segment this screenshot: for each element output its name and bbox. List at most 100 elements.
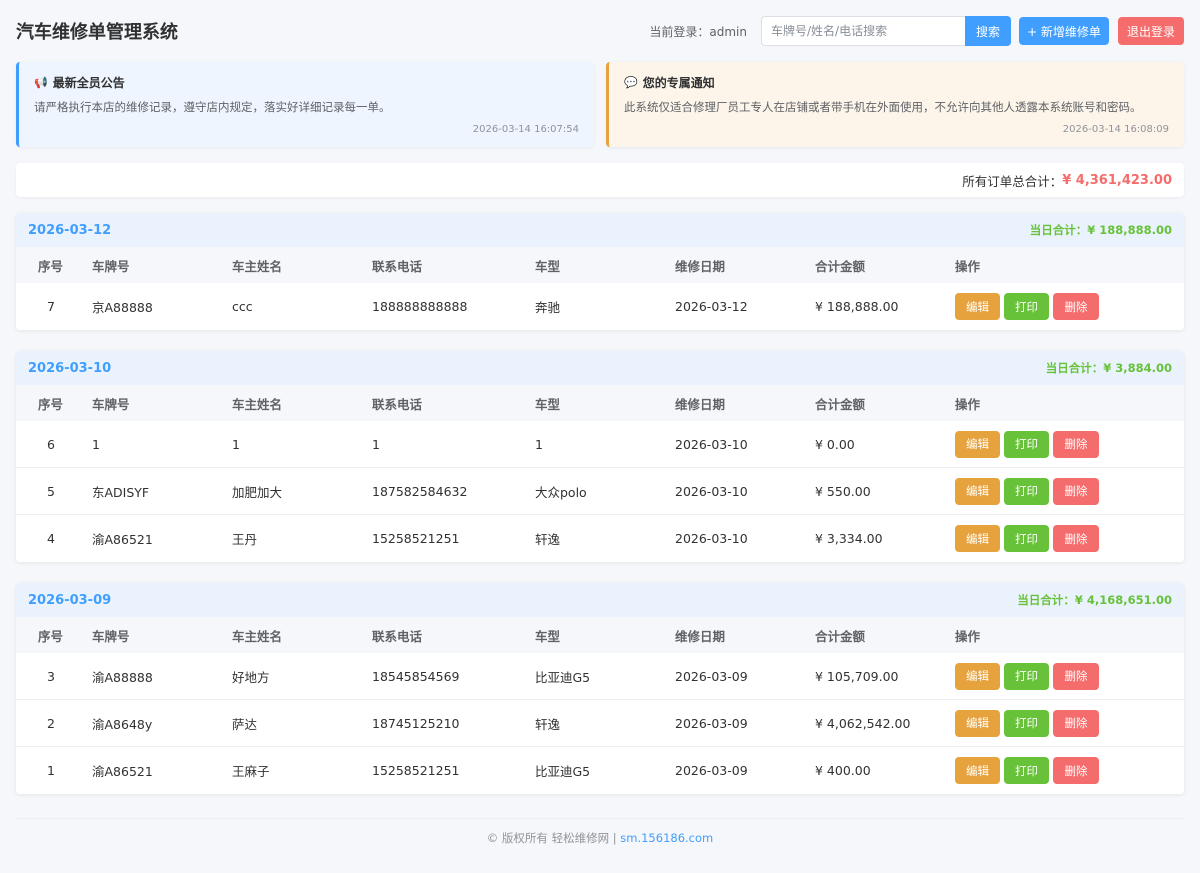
cell-amount: ¥ 0.00 xyxy=(815,436,855,452)
column-header: 车主姓名 xyxy=(232,258,283,274)
print-button[interactable]: 打印 xyxy=(1004,525,1049,552)
edit-button[interactable]: 编辑 xyxy=(955,293,1000,320)
row-actions: 编辑 打印 删除 xyxy=(955,293,1103,320)
column-header: 车牌号 xyxy=(92,628,130,644)
cell-plate: 东ADISYF xyxy=(92,484,150,500)
cell-plate: 渝A86521 xyxy=(92,532,153,547)
cell-date: 2026-03-09 xyxy=(675,763,748,778)
day-group-total: 当日合计：¥ 188,888.00 xyxy=(1029,223,1172,237)
print-button[interactable]: 打印 xyxy=(1004,293,1049,320)
cell-plate: 京A88888 xyxy=(92,300,153,315)
cell-no: 4 xyxy=(47,531,55,546)
cell-no: 5 xyxy=(47,483,55,499)
column-header: 车牌号 xyxy=(92,396,130,412)
cell-amount: ¥ 4,062,542.00 xyxy=(815,715,911,731)
cell-date: 2026-03-10 xyxy=(675,436,748,452)
delete-button[interactable]: 删除 xyxy=(1053,430,1099,458)
delete-button[interactable]: 删除 xyxy=(1053,525,1099,552)
table-row: 7 京A88888 ccc 188888888888 奔驰 2026-03-12… xyxy=(16,283,1184,330)
delete-button[interactable]: 删除 xyxy=(1053,757,1099,784)
current-user-label: 当前登录：admin xyxy=(649,24,747,39)
print-button[interactable]: 打印 xyxy=(1004,430,1049,458)
search-button[interactable]: 搜索 xyxy=(965,16,1011,46)
edit-button[interactable]: 编辑 xyxy=(955,430,1000,458)
cell-plate: 渝A8648y xyxy=(92,716,153,732)
table-header-row: 序号 车牌号 车主姓名 联系电话 车型 维修日期 合计金额 操作 xyxy=(16,617,1184,653)
print-button[interactable]: 打印 xyxy=(1004,662,1049,690)
cell-model: 奔驰 xyxy=(535,300,561,315)
print-button[interactable]: 打印 xyxy=(1004,757,1049,784)
cell-no: 2 xyxy=(47,715,55,731)
search-input[interactable] xyxy=(761,16,965,46)
day-group-total: 当日合计：¥ 4,168,651.00 xyxy=(1017,593,1172,607)
column-header: 合计金额 xyxy=(815,396,866,412)
cell-no: 3 xyxy=(47,668,55,684)
cell-plate: 渝A86521 xyxy=(92,764,153,779)
cell-model: 大众polo xyxy=(535,484,587,500)
add-order-button[interactable]: + 新增维修单 xyxy=(1019,17,1109,45)
edit-button[interactable]: 编辑 xyxy=(955,477,1000,505)
delete-button[interactable]: 删除 xyxy=(1053,293,1099,320)
cell-amount: ¥ 3,334.00 xyxy=(815,531,883,546)
column-header: 车型 xyxy=(535,258,561,274)
cell-phone: 18745125210 xyxy=(372,715,460,731)
column-header: 联系电话 xyxy=(372,396,423,412)
row-actions: 编辑 打印 删除 xyxy=(955,477,1103,505)
delete-button[interactable]: 删除 xyxy=(1053,477,1099,505)
cell-phone: 188888888888 xyxy=(372,299,468,314)
table-row: 1 渝A86521 王麻子 15258521251 比亚迪G5 2026-03-… xyxy=(16,747,1184,794)
edit-button[interactable]: 编辑 xyxy=(955,525,1000,552)
cell-no: 7 xyxy=(47,299,55,314)
print-button[interactable]: 打印 xyxy=(1004,709,1049,737)
personal-notice-body: 此系统仅适合修理厂员工专人在店铺或者带手机在外面使用，不允许向其他人透露本系统账… xyxy=(624,100,1142,114)
announcement-header: 📢 最新全员公告 xyxy=(34,74,579,91)
cell-no: 1 xyxy=(47,763,55,778)
copyright-text: © 版权所有 轻松维修网 | xyxy=(486,831,617,845)
column-header: 车主姓名 xyxy=(232,628,283,644)
cell-no: 6 xyxy=(47,436,55,452)
cell-model: 1 xyxy=(535,436,543,452)
delete-button[interactable]: 删除 xyxy=(1053,662,1099,690)
column-header: 操作 xyxy=(955,396,981,412)
grand-total-label: 所有订单总合计： xyxy=(962,173,1063,189)
edit-button[interactable]: 编辑 xyxy=(955,709,1000,737)
table-row: 5 东ADISYF 加肥加大 187582584632 大众polo 2026-… xyxy=(16,468,1184,515)
header-actions: 当前登录：admin 搜索 + 新增维修单 退出登录 xyxy=(649,16,1184,46)
logout-button[interactable]: 退出登录 xyxy=(1118,17,1184,45)
grand-total-bar: 所有订单总合计： ¥ 4,361,423.00 xyxy=(16,163,1184,197)
table-header-row: 序号 车牌号 车主姓名 联系电话 车型 维修日期 合计金额 操作 xyxy=(16,247,1184,283)
print-button[interactable]: 打印 xyxy=(1004,477,1049,505)
column-header: 操作 xyxy=(955,258,981,274)
delete-button[interactable]: 删除 xyxy=(1053,709,1099,737)
announcement-card: 📢 最新全员公告 请严格执行本店的维修记录，遵守店内规定，落实好详细记录每一单。… xyxy=(16,62,594,147)
announcement-title: 最新全员公告 xyxy=(52,76,125,90)
footer-divider xyxy=(16,818,1184,819)
cell-amount: ¥ 400.00 xyxy=(815,763,871,778)
speech-bubble-icon: 💬 xyxy=(624,76,638,89)
megaphone-icon: 📢 xyxy=(34,76,48,89)
day-group-header: 2026-03-09 当日合计：¥ 4,168,651.00 xyxy=(16,583,1184,617)
announcement-body: 请严格执行本店的维修记录，遵守店内规定，落实好详细记录每一单。 xyxy=(34,100,391,114)
day-group: 2026-03-09 当日合计：¥ 4,168,651.00 序号 车牌号 车主… xyxy=(16,583,1184,794)
cell-phone: 15258521251 xyxy=(372,763,460,778)
cell-date: 2026-03-10 xyxy=(675,483,748,499)
cell-model: 轩逸 xyxy=(535,532,561,547)
column-header: 序号 xyxy=(38,396,64,412)
edit-button[interactable]: 编辑 xyxy=(955,662,1000,690)
column-header: 车主姓名 xyxy=(232,396,283,412)
column-header: 序号 xyxy=(38,258,64,274)
column-header: 车型 xyxy=(535,628,561,644)
column-header: 合计金额 xyxy=(815,628,866,644)
announcement-time: 2026-03-14 16:07:54 xyxy=(472,124,579,135)
cell-date: 2026-03-09 xyxy=(675,715,748,731)
cell-date: 2026-03-10 xyxy=(675,531,748,546)
top-header: 汽车维修单管理系统 当前登录：admin 搜索 + 新增维修单 退出登录 xyxy=(16,16,1184,46)
edit-button[interactable]: 编辑 xyxy=(955,757,1000,784)
day-group-header: 2026-03-10 当日合计：¥ 3,884.00 xyxy=(16,351,1184,385)
personal-notice-time: 2026-03-14 16:08:09 xyxy=(1062,124,1169,135)
footer-link[interactable]: sm.156186.com xyxy=(620,831,713,845)
day-group-date: 2026-03-10 xyxy=(28,360,112,376)
column-header: 维修日期 xyxy=(675,258,726,274)
column-header: 维修日期 xyxy=(675,628,726,644)
personal-notice-header: 💬 您的专属通知 xyxy=(624,74,1169,91)
